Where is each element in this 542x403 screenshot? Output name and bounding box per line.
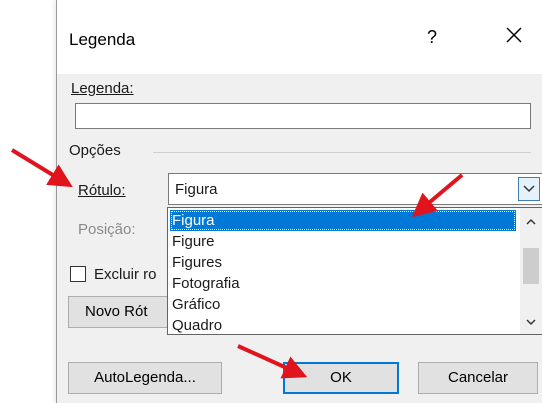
chevron-up-icon[interactable] [520, 212, 542, 232]
title-bar: Legenda ? [57, 0, 542, 74]
chevron-down-icon[interactable] [520, 312, 542, 332]
position-label: Posição: [78, 221, 136, 238]
autocaption-button[interactable]: AutoLegenda... [68, 362, 222, 394]
dialog-title: Legenda [69, 30, 136, 49]
list-scrollbar[interactable] [520, 208, 542, 334]
label-combobox[interactable]: Figura [168, 173, 542, 205]
new-label-button[interactable]: Novo Rót [68, 296, 178, 328]
options-group-divider [153, 152, 531, 153]
scrollbar-thumb[interactable] [523, 248, 539, 284]
list-item[interactable]: Figure [172, 231, 215, 252]
close-icon[interactable] [503, 24, 525, 46]
list-item[interactable]: Fotografia [172, 273, 240, 294]
chevron-down-icon [523, 185, 535, 193]
ok-button[interactable]: OK [283, 362, 399, 394]
label-field-label: Rótulo: [78, 182, 126, 199]
help-button[interactable]: ? [427, 27, 437, 48]
list-item[interactable]: Quadro [172, 315, 222, 334]
cancel-button[interactable]: Cancelar [418, 362, 538, 394]
caption-label-text: Legenda: [71, 80, 134, 97]
options-group-label: Opções [69, 142, 121, 159]
caption-dialog: Legenda ? Legenda: Opções Rótulo: Figura… [56, 0, 542, 403]
label-combobox-value: Figura [175, 181, 218, 198]
list-item[interactable]: Gráfico [172, 294, 220, 315]
exclude-label-text: Excluir ro [94, 266, 157, 283]
caption-input[interactable] [75, 103, 531, 129]
label-dropdown-list[interactable]: Figura Figure Figures Fotografia Gráfico… [167, 207, 542, 335]
exclude-label-checkbox[interactable] [70, 266, 86, 282]
list-item[interactable]: Figures [172, 252, 222, 273]
caption-label: Legenda: [71, 80, 134, 97]
dropdown-button[interactable] [518, 177, 540, 201]
list-item-selected[interactable]: Figura [170, 210, 516, 231]
